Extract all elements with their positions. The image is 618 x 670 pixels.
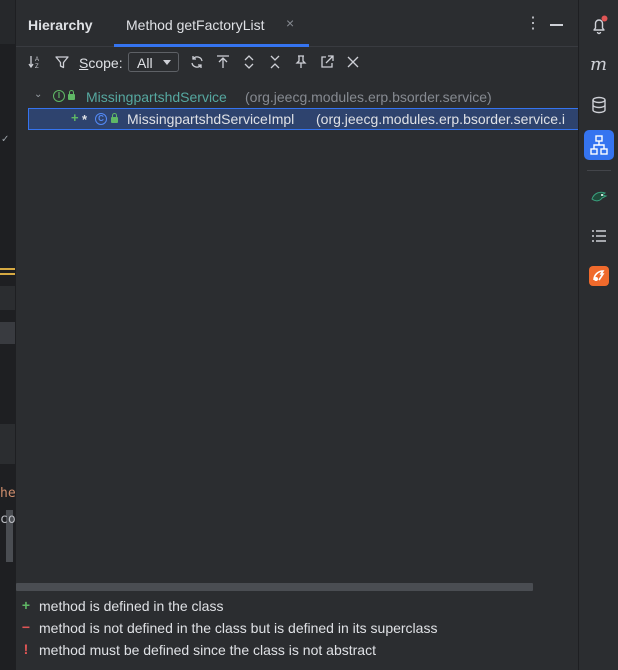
tab-method-hierarchy[interactable]: Method getFactoryList ×	[114, 0, 309, 47]
panel-title: Hierarchy	[28, 17, 93, 33]
database-icon	[592, 96, 606, 114]
hierarchy-icon	[590, 135, 608, 155]
plugin-button[interactable]	[584, 181, 614, 211]
editor-text-fragment: co	[0, 512, 15, 527]
star-marker: *	[82, 112, 88, 127]
legend-row: + method is defined in the class	[16, 596, 579, 616]
refresh-icon[interactable]	[188, 53, 206, 71]
collapse-all-icon[interactable]	[266, 53, 284, 71]
list-icon	[592, 230, 606, 242]
chevron-down-icon[interactable]: ⌄	[34, 89, 42, 100]
minimize-icon[interactable]	[550, 24, 563, 26]
svg-text:A: A	[35, 57, 39, 63]
plus-icon: +	[21, 597, 31, 613]
panel-header: Hierarchy Method getFactoryList × ⋮	[16, 0, 579, 47]
structure-button[interactable]	[584, 221, 614, 251]
expand-all-icon[interactable]	[240, 53, 258, 71]
base-method-icon[interactable]	[214, 53, 232, 71]
scope-label: Scope:	[79, 55, 123, 71]
interface-icon: I	[53, 90, 65, 102]
class-name: MissingpartshdServiceImpl	[127, 111, 295, 127]
scope-value: All	[137, 55, 153, 71]
legend: + method is defined in the class − metho…	[16, 596, 579, 670]
legend-row: ! method must be defined since the class…	[16, 640, 579, 660]
close-icon[interactable]	[344, 53, 362, 71]
bird-plugin-icon	[591, 191, 608, 202]
interface-name: MissingpartshdService	[86, 89, 227, 105]
legend-text: method is not defined in the class but i…	[39, 620, 438, 636]
exclamation-icon: !	[23, 641, 29, 657]
lock-icon	[111, 113, 118, 123]
tab-close-icon[interactable]: ×	[286, 15, 294, 31]
notifications-button[interactable]	[584, 10, 614, 40]
orange-plugin-icon	[589, 266, 609, 286]
hierarchy-toolbar: AZ Scope: All	[16, 47, 579, 77]
hierarchy-panel: Hierarchy Method getFactoryList × ⋮ AZ S…	[15, 0, 579, 670]
highlight-marker	[0, 273, 15, 275]
svg-text:Z: Z	[35, 64, 39, 70]
editor-block	[0, 424, 15, 464]
bell-icon	[593, 15, 608, 35]
tree-row-child-selected[interactable]: + * C MissingpartshdServiceImpl (org.jee…	[28, 108, 579, 130]
legend-row: − method is not defined in the class but…	[16, 618, 579, 638]
orange-plugin-button[interactable]	[584, 261, 614, 291]
filter-icon[interactable]	[53, 53, 71, 71]
more-options-icon[interactable]: ⋮	[525, 13, 541, 33]
defined-plus-marker: +	[71, 110, 79, 125]
hierarchy-button[interactable]	[584, 130, 614, 160]
legend-text: method must be defined since the class i…	[39, 642, 376, 658]
class-package: (org.jeecg.modules.erp.bsorder.service.i	[316, 111, 566, 127]
check-mark-icon: ✓	[1, 134, 10, 145]
sort-alphabetically-icon[interactable]: AZ	[27, 53, 45, 71]
class-icon: C	[95, 113, 107, 125]
minus-icon: −	[21, 619, 31, 635]
tab-label: Method getFactoryList	[126, 17, 265, 33]
chevron-down-icon	[163, 60, 171, 65]
pin-tab-icon[interactable]	[292, 53, 310, 71]
right-tool-stripe: m	[578, 0, 618, 670]
scope-dropdown[interactable]: All	[128, 52, 179, 72]
maven-m-icon: m	[590, 54, 607, 75]
lock-icon	[68, 90, 75, 100]
editor-block	[0, 286, 15, 310]
hierarchy-tree: ⌄ I MissingpartshdService (org.jeecg.mod…	[16, 86, 579, 136]
legend-text: method is defined in the class	[39, 598, 224, 614]
tree-row-root[interactable]: ⌄ I MissingpartshdService (org.jeecg.mod…	[16, 86, 579, 108]
stripe-separator	[587, 170, 611, 171]
editor-tab-strip	[0, 0, 15, 44]
highlight-marker	[0, 268, 15, 270]
interface-package: (org.jeecg.modules.erp.bsorder.service)	[245, 89, 492, 105]
horizontal-scrollbar[interactable]	[16, 583, 533, 591]
svg-text:m: m	[590, 54, 607, 75]
editor-text-fragment: he	[0, 486, 15, 501]
database-button[interactable]	[584, 90, 614, 120]
export-icon[interactable]	[318, 53, 336, 71]
maven-button[interactable]: m	[584, 49, 614, 79]
editor-gutter-sliver: ✓ he co	[0, 0, 15, 670]
editor-block	[0, 322, 15, 344]
